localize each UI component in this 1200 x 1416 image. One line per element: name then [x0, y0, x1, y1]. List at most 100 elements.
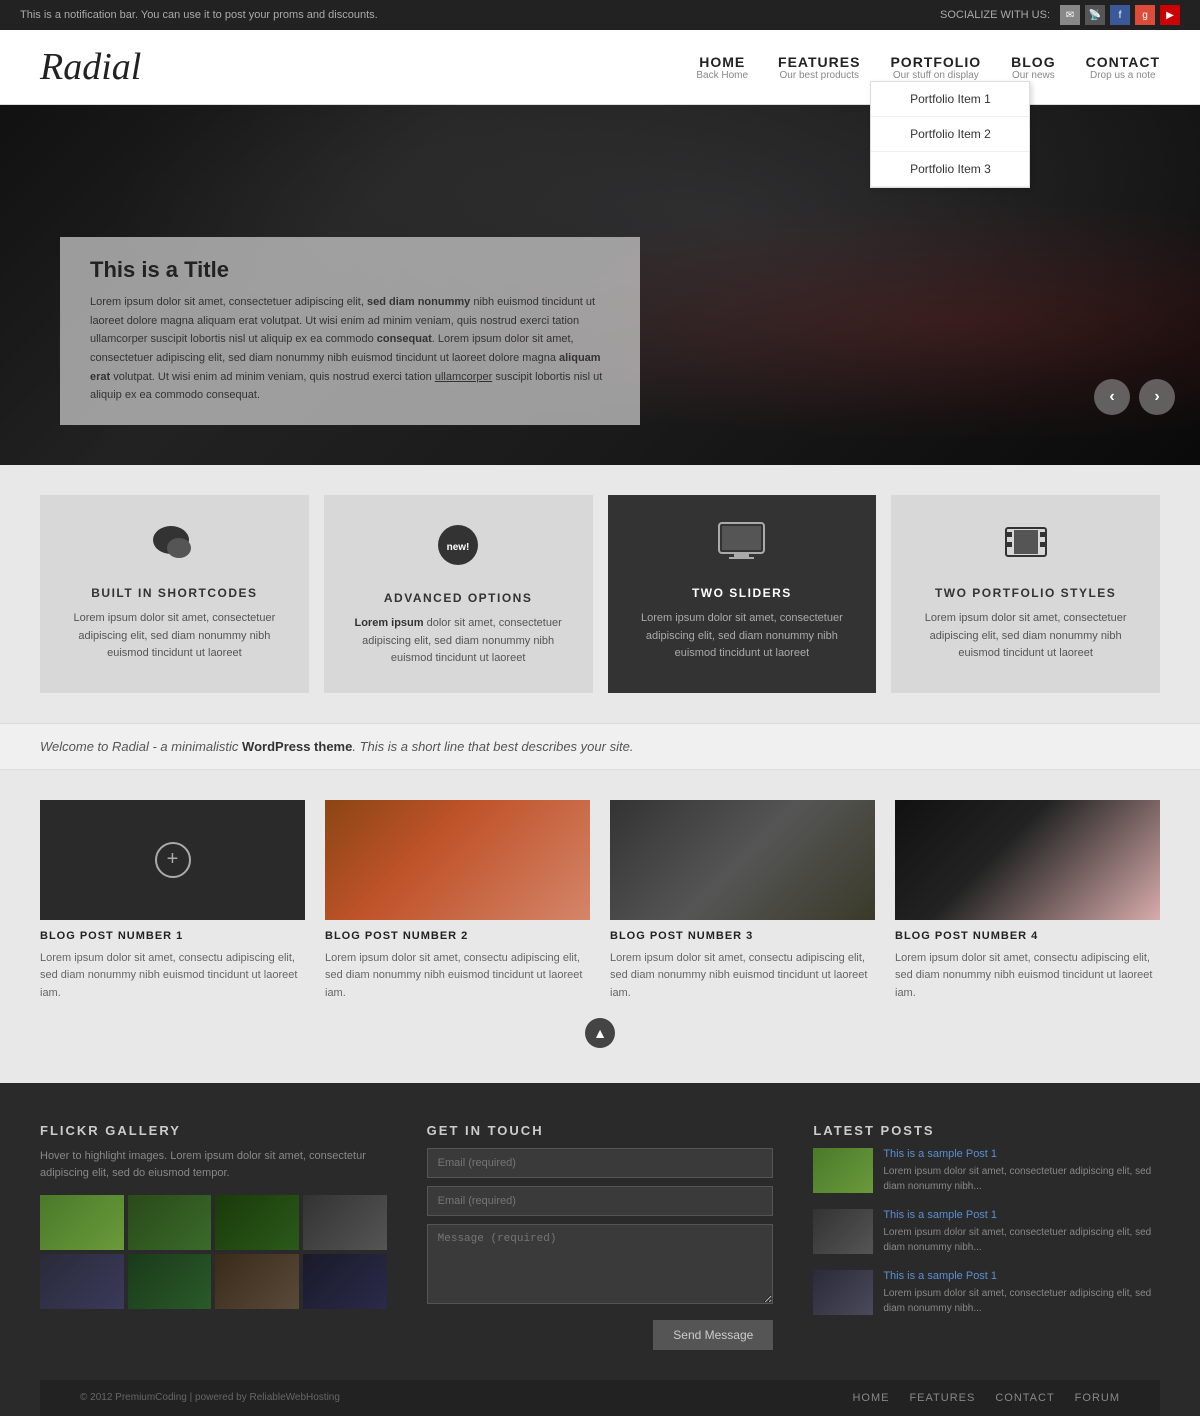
- gplus-social-icon[interactable]: g: [1135, 5, 1155, 25]
- feature-title-portfolio: TWO PORTFOLIO STYLES: [911, 586, 1140, 600]
- footer-nav-features[interactable]: FEATURES: [909, 1392, 975, 1404]
- flickr-thumb-8[interactable]: [303, 1254, 387, 1309]
- footer-nav: HOME FEATURES CONTACT FORUM: [852, 1392, 1120, 1404]
- blog-thumb-2[interactable]: [325, 800, 590, 920]
- notification-bar: This is a notification bar. You can use …: [0, 0, 1200, 30]
- hero-text: Lorem ipsum dolor sit amet, consectetuer…: [90, 293, 610, 405]
- latest-post-3-title[interactable]: This is a sample Post 1: [883, 1270, 1160, 1282]
- feature-text-portfolio: Lorem ipsum dolor sit amet, consectetuer…: [911, 610, 1140, 663]
- feature-shortcodes: BUILT IN SHORTCODES Lorem ipsum dolor si…: [40, 495, 309, 693]
- blog-post-1: + BLOG POST NUMBER 1 Lorem ipsum dolor s…: [40, 800, 305, 1003]
- latest-thumb-3[interactable]: [813, 1270, 873, 1315]
- facebook-social-icon[interactable]: f: [1110, 5, 1130, 25]
- nav-home[interactable]: HOME Back Home: [696, 54, 748, 81]
- contact-title: GET IN TOUCH: [427, 1123, 774, 1138]
- nav-portfolio[interactable]: PORTFOLIO Our stuff on display Portfolio…: [890, 54, 981, 81]
- copyright: © 2012 PremiumCoding | powered by Reliab…: [80, 1392, 340, 1403]
- contact-section: GET IN TOUCH Send Message: [427, 1123, 774, 1350]
- scroll-up-area: ▲: [40, 1003, 1160, 1053]
- nav-contact[interactable]: CONTACT Drop us a note: [1086, 54, 1160, 81]
- feature-options: new! ADVANCED OPTIONS Lorem ipsum dolor …: [324, 495, 593, 693]
- portfolio-item-2[interactable]: Portfolio Item 2: [871, 117, 1029, 152]
- portfolio-item-3[interactable]: Portfolio Item 3: [871, 152, 1029, 187]
- blog-post-3: BLOG POST NUMBER 3 Lorem ipsum dolor sit…: [610, 800, 875, 1003]
- notification-text: This is a notification bar. You can use …: [20, 9, 378, 21]
- latest-post-3: This is a sample Post 1 Lorem ipsum dolo…: [813, 1270, 1160, 1316]
- flickr-thumb-7[interactable]: [215, 1254, 299, 1309]
- footer-nav-forum[interactable]: FORUM: [1075, 1392, 1120, 1404]
- blog-post-2: BLOG POST NUMBER 2 Lorem ipsum dolor sit…: [325, 800, 590, 1003]
- flickr-thumb-6[interactable]: [128, 1254, 212, 1309]
- flickr-title: FLICKR GALLERY: [40, 1123, 387, 1138]
- portfolio-dropdown: Portfolio Item 1 Portfolio Item 2 Portfo…: [870, 81, 1030, 188]
- email-social-icon[interactable]: ✉: [1060, 5, 1080, 25]
- latest-post-1-content: This is a sample Post 1 Lorem ipsum dolo…: [883, 1148, 1160, 1194]
- scroll-up-button[interactable]: ▲: [585, 1018, 615, 1048]
- latest-thumb-1[interactable]: [813, 1148, 873, 1193]
- contact-email-2[interactable]: [427, 1186, 774, 1216]
- flickr-thumb-4[interactable]: [303, 1195, 387, 1250]
- flickr-thumb-1[interactable]: [40, 1195, 124, 1250]
- latest-post-2-title[interactable]: This is a sample Post 1: [883, 1209, 1160, 1221]
- nav-blog[interactable]: BLOG Our news: [1011, 54, 1055, 81]
- footer: FLICKR GALLERY Hover to highlight images…: [0, 1083, 1200, 1416]
- footer-grid: FLICKR GALLERY Hover to highlight images…: [40, 1123, 1160, 1380]
- blog-thumb-3[interactable]: [610, 800, 875, 920]
- rss-social-icon[interactable]: 📡: [1085, 5, 1105, 25]
- blog-grid: + BLOG POST NUMBER 1 Lorem ipsum dolor s…: [40, 800, 1160, 1003]
- slider-prev-button[interactable]: ‹: [1094, 379, 1130, 415]
- flickr-thumb-3[interactable]: [215, 1195, 299, 1250]
- feature-text-options: Lorem ipsum dolor sit amet, consectetuer…: [344, 615, 573, 668]
- latest-post-2-text: Lorem ipsum dolor sit amet, consectetuer…: [883, 1225, 1160, 1255]
- flickr-thumb-2[interactable]: [128, 1195, 212, 1250]
- youtube-social-icon[interactable]: ▶: [1160, 5, 1180, 25]
- feature-text-sliders: Lorem ipsum dolor sit amet, consectetuer…: [628, 610, 857, 663]
- latest-post-3-text: Lorem ipsum dolor sit amet, consectetuer…: [883, 1286, 1160, 1316]
- sliders-icon: [628, 520, 857, 574]
- blog-post-text-1: Lorem ipsum dolor sit amet, consectu adi…: [40, 950, 305, 1003]
- footer-nav-contact[interactable]: CONTACT: [995, 1392, 1054, 1404]
- welcome-text: Welcome to Radial - a minimalistic WordP…: [40, 739, 633, 754]
- footer-bottom: © 2012 PremiumCoding | powered by Reliab…: [40, 1380, 1160, 1416]
- socialize-label: SOCIALIZE WITH US:: [940, 9, 1050, 21]
- latest-post-2: This is a sample Post 1 Lorem ipsum dolo…: [813, 1209, 1160, 1255]
- features-section: BUILT IN SHORTCODES Lorem ipsum dolor si…: [0, 465, 1200, 723]
- blog-post-title-1: BLOG POST NUMBER 1: [40, 930, 305, 942]
- hero-content-box: This is a Title Lorem ipsum dolor sit am…: [60, 237, 640, 425]
- send-message-button[interactable]: Send Message: [653, 1320, 773, 1350]
- blog-thumb-1[interactable]: +: [40, 800, 305, 920]
- feature-portfolio: TWO PORTFOLIO STYLES Lorem ipsum dolor s…: [891, 495, 1160, 693]
- footer-nav-home[interactable]: HOME: [852, 1392, 889, 1404]
- contact-message[interactable]: [427, 1224, 774, 1304]
- feature-sliders: TWO SLIDERS Lorem ipsum dolor sit amet, …: [608, 495, 877, 693]
- feature-title-sliders: TWO SLIDERS: [628, 586, 857, 600]
- flickr-grid: [40, 1195, 387, 1309]
- latest-posts-section: LATEST POSTS This is a sample Post 1 Lor…: [813, 1123, 1160, 1350]
- blog-post-title-4: BLOG POST NUMBER 4: [895, 930, 1160, 942]
- contact-email-1[interactable]: [427, 1148, 774, 1178]
- main-nav: HOME Back Home FEATURES Our best product…: [696, 54, 1160, 81]
- logo[interactable]: Radial: [40, 45, 141, 89]
- latest-post-2-content: This is a sample Post 1 Lorem ipsum dolo…: [883, 1209, 1160, 1255]
- options-icon: new!: [344, 520, 573, 579]
- social-icons: SOCIALIZE WITH US: ✉ 📡 f g ▶: [940, 5, 1180, 25]
- nav-features[interactable]: FEATURES Our best products: [778, 54, 860, 81]
- portfolio-item-1[interactable]: Portfolio Item 1: [871, 82, 1029, 117]
- latest-thumb-2[interactable]: [813, 1209, 873, 1254]
- flickr-section: FLICKR GALLERY Hover to highlight images…: [40, 1123, 387, 1350]
- blog-section: + BLOG POST NUMBER 1 Lorem ipsum dolor s…: [0, 770, 1200, 1083]
- shortcodes-icon: [60, 520, 289, 574]
- latest-post-1-title[interactable]: This is a sample Post 1: [883, 1148, 1160, 1160]
- feature-text-shortcodes: Lorem ipsum dolor sit amet, consectetuer…: [60, 610, 289, 663]
- portfolio-icon: [911, 520, 1140, 574]
- blog-thumb-4[interactable]: [895, 800, 1160, 920]
- hero-title: This is a Title: [90, 257, 610, 283]
- svg-text:new!: new!: [447, 542, 470, 553]
- contact-form: Send Message: [427, 1148, 774, 1350]
- latest-post-3-content: This is a sample Post 1 Lorem ipsum dolo…: [883, 1270, 1160, 1316]
- slider-next-button[interactable]: ›: [1139, 379, 1175, 415]
- flickr-thumb-5[interactable]: [40, 1254, 124, 1309]
- latest-post-1-text: Lorem ipsum dolor sit amet, consectetuer…: [883, 1164, 1160, 1194]
- header: Radial HOME Back Home FEATURES Our best …: [0, 30, 1200, 105]
- blog-post-title-3: BLOG POST NUMBER 3: [610, 930, 875, 942]
